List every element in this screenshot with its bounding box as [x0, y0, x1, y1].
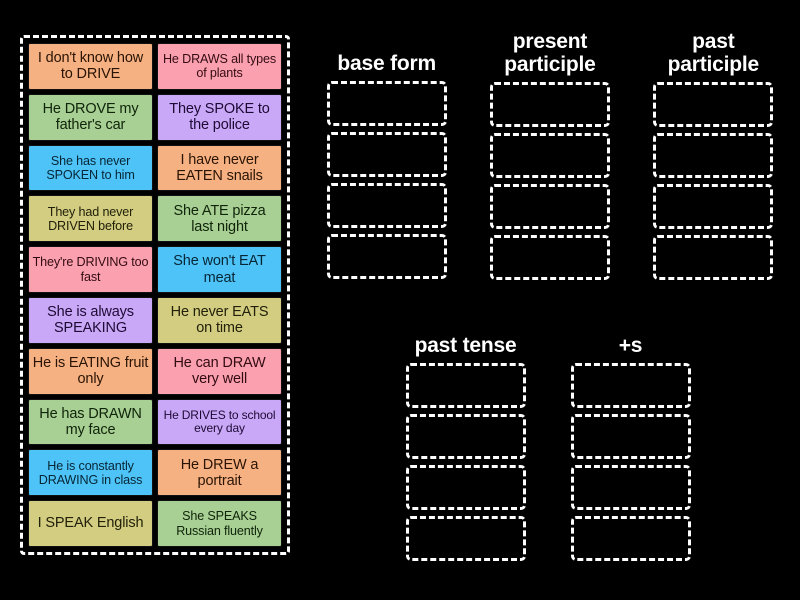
dropzone-row-bottom: past tense +s [383, 312, 713, 562]
drop-slot[interactable] [405, 363, 526, 409]
category-slots [489, 82, 610, 281]
category-slots [570, 363, 691, 562]
category-plus-s: +s [548, 312, 713, 562]
category-heading: base form [337, 52, 436, 75]
drop-slot[interactable] [405, 516, 526, 562]
drop-slot[interactable] [570, 414, 691, 460]
drop-slot[interactable] [489, 133, 610, 179]
category-heading: +s [618, 334, 643, 357]
category-heading: past tense [414, 334, 517, 357]
drop-slot[interactable] [489, 82, 610, 128]
tile-item[interactable]: She won't EAT meat [157, 246, 282, 293]
tile-item[interactable]: She ATE pizza last night [157, 195, 282, 243]
drop-slot[interactable] [570, 363, 691, 409]
tile-item[interactable]: She has never SPOKEN to him [28, 144, 153, 192]
tile-item[interactable]: They SPOKE to the police [157, 93, 282, 141]
drop-slot[interactable] [653, 235, 774, 281]
tile-item[interactable]: He DRAWS all types of plants [157, 43, 282, 90]
tile-item[interactable]: I SPEAK English [28, 500, 153, 547]
drop-slot[interactable] [653, 82, 774, 128]
drop-slot[interactable] [570, 465, 691, 511]
tile-item[interactable]: They're DRIVING too fast [28, 246, 153, 293]
tile-item[interactable]: They had never DRIVEN before [28, 195, 153, 243]
category-slots [653, 82, 774, 281]
tile-item[interactable]: He is EATING fruit only [28, 347, 153, 395]
drop-slot[interactable] [653, 133, 774, 179]
category-past-tense: past tense [383, 312, 548, 562]
category-slots [405, 363, 526, 562]
tile-item[interactable]: He DROVE my father's car [28, 93, 153, 141]
drop-slot[interactable] [489, 235, 610, 281]
tile-column-left: I don't know how to DRIVE He DROVE my fa… [28, 43, 153, 547]
tile-panel: I don't know how to DRIVE He DROVE my fa… [20, 35, 290, 555]
dropzone-row-top: base form present participle past partic… [305, 30, 795, 281]
category-present-participle: present participle [468, 30, 631, 281]
tile-item[interactable]: I don't know how to DRIVE [28, 43, 153, 90]
dropzone-area: base form present participle past partic… [305, 30, 795, 575]
drop-slot[interactable] [489, 184, 610, 230]
category-slots [326, 81, 447, 280]
drop-slot[interactable] [653, 184, 774, 230]
drop-slot[interactable] [326, 183, 447, 229]
category-base-form: base form [305, 30, 468, 280]
drop-slot[interactable] [405, 414, 526, 460]
tile-column-right: He DRAWS all types of plants They SPOKE … [157, 43, 282, 547]
tile-item[interactable]: He DREW a portrait [157, 449, 282, 497]
category-past-participle: past participle [632, 30, 795, 281]
drop-slot[interactable] [405, 465, 526, 511]
tile-item[interactable]: He has DRAWN my face [28, 398, 153, 446]
tile-item[interactable]: She is always SPEAKING [28, 296, 153, 344]
category-heading: present participle [504, 30, 596, 77]
tile-item[interactable]: He DRIVES to school every day [157, 398, 282, 446]
tile-item[interactable]: He never EATS on time [157, 296, 282, 344]
tile-item[interactable]: He can DRAW very well [157, 347, 282, 395]
drop-slot[interactable] [326, 81, 447, 127]
drop-slot[interactable] [326, 234, 447, 280]
tile-item[interactable]: I have never EATEN snails [157, 144, 282, 192]
tile-item[interactable]: She SPEAKS Russian fluently [157, 500, 282, 547]
tile-item[interactable]: He is constantly DRAWING in class [28, 449, 153, 497]
category-heading: past participle [667, 30, 760, 77]
drop-slot[interactable] [570, 516, 691, 562]
drop-slot[interactable] [326, 132, 447, 178]
